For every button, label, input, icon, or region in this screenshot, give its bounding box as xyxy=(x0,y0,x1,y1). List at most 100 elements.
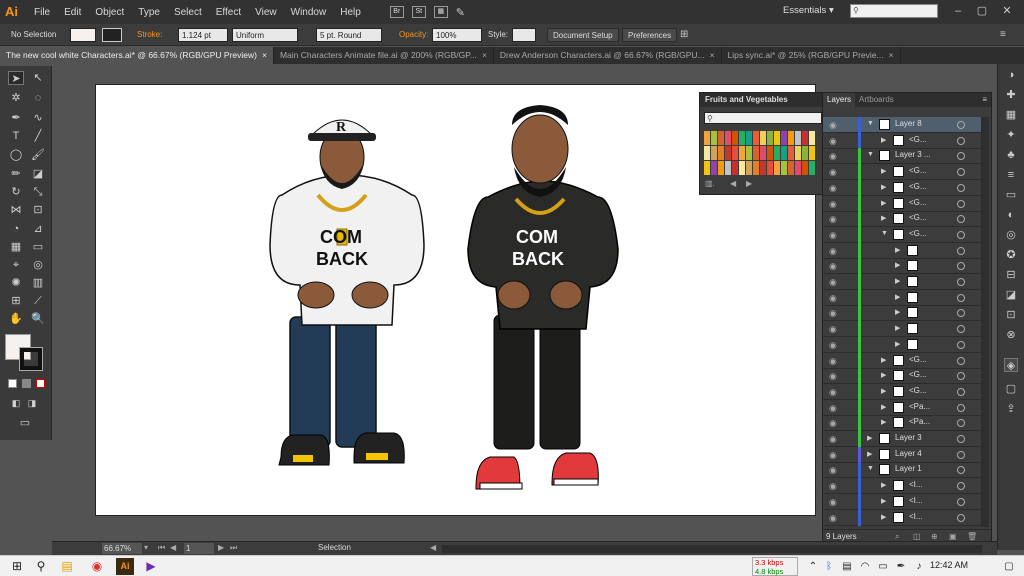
next-library-icon[interactable]: ▶ xyxy=(746,179,752,188)
close-tab-icon[interactable]: × xyxy=(889,47,894,64)
layer-row[interactable]: ◉ ▶ <Pa... xyxy=(823,415,981,432)
bluetooth-icon[interactable]: ᛒ xyxy=(820,558,838,575)
zoom-tool-icon[interactable]: 🔍 xyxy=(30,312,46,326)
screen-mode-icon[interactable]: ▭ xyxy=(17,416,33,430)
color-swatch[interactable] xyxy=(725,161,731,175)
menu-select[interactable]: Select xyxy=(167,7,209,18)
target-circle-icon[interactable] xyxy=(957,293,965,302)
bridge-icon[interactable]: Br xyxy=(389,5,404,18)
visibility-eye-icon[interactable]: ◉ xyxy=(829,230,839,240)
visibility-eye-icon[interactable]: ◉ xyxy=(829,293,839,303)
target-circle-icon[interactable] xyxy=(957,199,965,208)
target-circle-icon[interactable] xyxy=(957,183,965,192)
draw-behind-icon[interactable]: ◨ xyxy=(24,396,40,410)
visibility-eye-icon[interactable]: ◉ xyxy=(829,481,839,491)
expand-triangle-icon[interactable]: ▶ xyxy=(895,277,900,285)
document-setup-button[interactable]: Document Setup xyxy=(547,28,619,42)
media-player-icon[interactable]: ▶ xyxy=(142,558,160,575)
layer-row[interactable]: ◉ ▶ Layer 4 xyxy=(823,446,981,463)
expand-triangle-icon[interactable]: ▶ xyxy=(895,261,900,269)
tab-artboards[interactable]: Artboards xyxy=(855,93,898,107)
target-circle-icon[interactable] xyxy=(957,435,965,443)
align-panel-icon[interactable]: ⊟ xyxy=(1004,268,1018,282)
color-swatch[interactable] xyxy=(718,146,724,160)
scroll-left-icon[interactable]: ◀ xyxy=(430,543,436,552)
visibility-eye-icon[interactable]: ◉ xyxy=(829,465,839,475)
layer-row[interactable]: ◉ ▶ <G... xyxy=(823,383,981,400)
color-swatch[interactable] xyxy=(739,146,745,160)
color-swatch[interactable] xyxy=(774,131,780,145)
layer-row[interactable]: ◉ ▶ <G... xyxy=(823,211,981,228)
expand-triangle-icon[interactable]: ▶ xyxy=(881,513,886,521)
color-swatch[interactable] xyxy=(746,161,752,175)
visibility-eye-icon[interactable]: ◉ xyxy=(829,513,839,523)
target-circle-icon[interactable] xyxy=(957,482,965,491)
color-swatch[interactable] xyxy=(711,146,717,160)
expand-triangle-icon[interactable]: ▶ xyxy=(881,183,886,191)
visibility-eye-icon[interactable]: ◉ xyxy=(829,418,839,428)
chrome-icon[interactable]: ◉ xyxy=(88,558,106,575)
color-swatch[interactable] xyxy=(774,146,780,160)
draw-mode-icon[interactable]: ◧ xyxy=(8,396,24,410)
ellipse-tool-icon[interactable]: ◯ xyxy=(8,148,24,162)
menu-type[interactable]: Type xyxy=(131,7,167,18)
color-swatch[interactable] xyxy=(781,161,787,175)
layer-row[interactable]: ◉ ▼ Layer 1 xyxy=(823,462,981,479)
eyedropper-tool-icon[interactable]: ⌖ xyxy=(8,258,24,272)
artboard-number-field[interactable]: 1 xyxy=(184,543,214,554)
close-window-button[interactable]: ✕ xyxy=(997,2,1017,20)
menu-help[interactable]: Help xyxy=(333,7,368,18)
color-swatch[interactable] xyxy=(788,131,794,145)
layer-row[interactable]: ◉ ▶ Layer 3 xyxy=(823,431,981,447)
gradient-panel-icon[interactable]: ▭ xyxy=(1004,188,1018,202)
minimize-button[interactable]: – xyxy=(948,2,968,20)
next-artboard-icon[interactable]: ▶ xyxy=(218,543,224,552)
color-swatch[interactable] xyxy=(795,131,801,145)
color-swatch[interactable] xyxy=(809,161,815,175)
target-circle-icon[interactable] xyxy=(957,466,965,475)
color-swatch[interactable] xyxy=(795,146,801,160)
layer-row[interactable]: ◉ ▶ <G... xyxy=(823,132,981,149)
expand-triangle-icon[interactable]: ▶ xyxy=(895,340,900,348)
preferences-button[interactable]: Preferences xyxy=(622,28,678,42)
layer-row[interactable]: ◉ ▼ Layer 3 ... xyxy=(823,148,981,165)
zoom-dropdown-icon[interactable]: ▾ xyxy=(144,543,148,552)
rotate-tool-icon[interactable]: ↻ xyxy=(8,185,24,199)
expand-triangle-icon[interactable]: ▼ xyxy=(867,120,874,127)
color-swatch[interactable] xyxy=(746,146,752,160)
color-swatch[interactable] xyxy=(704,131,710,145)
layer-row[interactable]: ◉ ▶ <I... xyxy=(823,478,981,495)
color-swatch[interactable] xyxy=(711,131,717,145)
target-circle-icon[interactable] xyxy=(957,262,965,271)
target-circle-icon[interactable] xyxy=(957,403,965,412)
visibility-eye-icon[interactable]: ◉ xyxy=(829,277,839,287)
color-swatch[interactable] xyxy=(809,146,815,160)
color-swatch[interactable] xyxy=(753,161,759,175)
paintbrush-tool-icon[interactable]: 🖌 xyxy=(30,148,46,162)
stroke-color-box[interactable] xyxy=(19,347,43,371)
last-artboard-icon[interactable]: ⏭ xyxy=(230,543,237,553)
target-circle-icon[interactable] xyxy=(957,325,965,334)
color-swatch[interactable] xyxy=(767,131,773,145)
target-circle-icon[interactable] xyxy=(957,497,965,506)
menu-effect[interactable]: Effect xyxy=(209,7,248,18)
color-swatch[interactable] xyxy=(788,146,794,160)
visibility-eye-icon[interactable]: ◉ xyxy=(829,356,839,366)
target-circle-icon[interactable] xyxy=(957,419,965,428)
horizontal-scrollbar[interactable] xyxy=(442,545,982,553)
free-transform-tool-icon[interactable]: ⊡ xyxy=(30,203,46,217)
brush-icon[interactable]: ✎ xyxy=(456,6,465,19)
expand-triangle-icon[interactable]: ▶ xyxy=(881,403,886,411)
expand-triangle-icon[interactable]: ▶ xyxy=(881,387,886,395)
layer-row[interactable]: ◉ ▶ <G... xyxy=(823,368,981,385)
asset-export-icon[interactable]: ⇪ xyxy=(1004,402,1018,416)
pen-tool-icon[interactable]: ✒ xyxy=(8,111,24,125)
layer-row[interactable]: ◉ ▶ <G... xyxy=(823,352,981,369)
color-swatch[interactable] xyxy=(732,131,738,145)
visibility-eye-icon[interactable]: ◉ xyxy=(829,371,839,381)
color-swatch[interactable] xyxy=(809,131,815,145)
menu-edit[interactable]: Edit xyxy=(57,7,88,18)
panel-menu-icon[interactable]: ≡ xyxy=(1000,28,1006,42)
shape-builder-tool-icon[interactable]: ◔ xyxy=(8,222,24,236)
color-guide-icon[interactable]: ✚ xyxy=(1004,88,1018,102)
